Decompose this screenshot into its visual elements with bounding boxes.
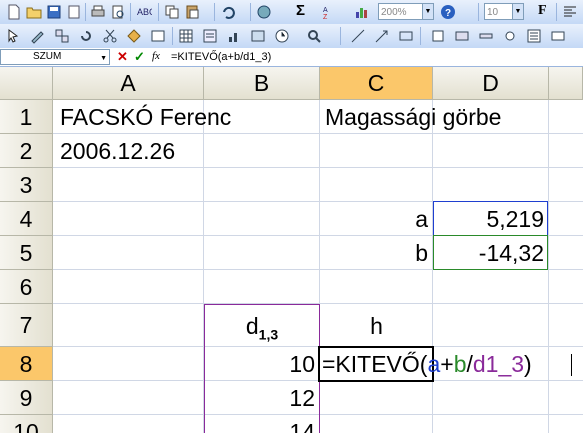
insert-function-icon[interactable]: fx bbox=[152, 50, 160, 62]
bold-button[interactable]: F bbox=[538, 3, 547, 19]
sort-ascending-icon[interactable]: AZ bbox=[322, 4, 338, 20]
magnifier-icon[interactable] bbox=[306, 28, 322, 44]
drawing-toolbar bbox=[0, 24, 583, 49]
select-all-corner[interactable] bbox=[0, 67, 53, 100]
cell-a1[interactable]: FACSKÓ Ferenc bbox=[60, 100, 231, 134]
select-objects-icon[interactable] bbox=[6, 28, 22, 44]
font-size-select[interactable]: 10 ▼ bbox=[484, 3, 524, 20]
row-header-5[interactable]: 5 bbox=[0, 236, 53, 270]
svg-text:ABC: ABC bbox=[137, 7, 152, 17]
chevron-down-icon: ▼ bbox=[422, 4, 433, 19]
formula-ref-a: a bbox=[427, 351, 441, 377]
row-header-4[interactable]: 4 bbox=[0, 202, 53, 236]
row-header-6[interactable]: 6 bbox=[0, 270, 53, 304]
zoom-select[interactable]: 200% ▼ bbox=[378, 3, 434, 20]
svg-text:A: A bbox=[323, 7, 328, 14]
new-document-icon[interactable] bbox=[6, 4, 22, 20]
formula-input[interactable]: =KITEVŐ(a+b/d1_3) bbox=[171, 50, 271, 64]
worksheet-grid[interactable]: A B C D 1 2 3 4 5 6 7 8 9 10 FACSKÓ Fere… bbox=[0, 67, 583, 433]
row-header-10[interactable]: 10 bbox=[0, 415, 53, 433]
svg-text:Z: Z bbox=[323, 14, 328, 20]
zoom-value: 200% bbox=[381, 7, 407, 18]
diamond-icon[interactable] bbox=[126, 28, 142, 44]
cell-b10[interactable]: 14 bbox=[204, 415, 315, 433]
combo-box-icon[interactable] bbox=[550, 28, 566, 44]
save-icon[interactable] bbox=[46, 4, 62, 20]
map-icon[interactable] bbox=[250, 28, 266, 44]
cell-d5[interactable]: -14,32 bbox=[433, 236, 544, 270]
formula-close: ) bbox=[524, 351, 532, 377]
cell-c8-formula[interactable]: =KITEVŐ(a+b/d1_3) bbox=[322, 347, 532, 381]
draw-icon[interactable] bbox=[30, 28, 46, 44]
cancel-icon[interactable]: ✕ bbox=[117, 49, 128, 65]
cell-b9[interactable]: 12 bbox=[204, 381, 315, 415]
svg-text:?: ? bbox=[445, 8, 451, 19]
cell-c7[interactable]: h bbox=[320, 309, 433, 343]
cell-c5[interactable]: b bbox=[320, 236, 428, 270]
cell-b7-main: d bbox=[245, 313, 259, 339]
column-header-d[interactable]: D bbox=[433, 67, 549, 100]
row-header-2[interactable]: 2 bbox=[0, 134, 53, 168]
row-header-9[interactable]: 9 bbox=[0, 381, 53, 415]
formula-ref-d1-3: d1_3 bbox=[472, 351, 525, 377]
paste-icon[interactable] bbox=[184, 4, 200, 20]
chart-icon[interactable] bbox=[226, 28, 242, 44]
autosum-icon[interactable]: Σ bbox=[296, 2, 305, 19]
list-box-icon[interactable] bbox=[526, 28, 542, 44]
form-icon[interactable] bbox=[202, 28, 218, 44]
frame-icon[interactable] bbox=[150, 28, 166, 44]
text-cursor bbox=[571, 354, 572, 376]
chevron-down-icon: ▼ bbox=[512, 4, 523, 19]
column-header-a[interactable]: A bbox=[53, 67, 204, 100]
cell-b7-subscript: 1,3 bbox=[258, 326, 279, 343]
print-preview-icon[interactable] bbox=[110, 4, 126, 20]
enter-icon[interactable]: ✓ bbox=[134, 49, 145, 65]
cell-b7[interactable]: d1,3 bbox=[204, 309, 320, 352]
scrollbar-control-icon[interactable] bbox=[478, 28, 494, 44]
spelling-icon[interactable]: ABC bbox=[136, 4, 152, 20]
formula-plus: + bbox=[440, 351, 454, 377]
formula-prefix: =KITEVŐ( bbox=[322, 351, 428, 377]
font-size-value: 10 bbox=[487, 7, 499, 18]
row-header-1[interactable]: 1 bbox=[0, 100, 53, 134]
open-folder-icon[interactable] bbox=[26, 4, 42, 20]
chart-wizard-icon[interactable] bbox=[354, 4, 370, 20]
formula-ref-b: b bbox=[453, 351, 467, 377]
line-tool-icon[interactable] bbox=[350, 28, 366, 44]
align-left-icon[interactable] bbox=[562, 4, 578, 20]
print-icon[interactable] bbox=[90, 4, 106, 20]
hyperlink-icon[interactable] bbox=[256, 4, 272, 20]
cell-a2[interactable]: 2006.12.26 bbox=[60, 134, 175, 168]
cell-c1[interactable]: Magassági görbe bbox=[325, 100, 501, 134]
chevron-down-icon: ▼ bbox=[100, 55, 107, 62]
row-header-7[interactable]: 7 bbox=[0, 304, 53, 347]
arrow-tool-icon[interactable] bbox=[374, 28, 390, 44]
group-icon[interactable] bbox=[54, 28, 70, 44]
standard-toolbar: ABC Σ AZ 200% ▼ ? 10 ▼ F bbox=[0, 0, 583, 25]
cell-d4[interactable]: 5,219 bbox=[433, 202, 544, 236]
column-header-e[interactable] bbox=[549, 67, 583, 100]
clock-icon[interactable] bbox=[274, 28, 290, 44]
help-icon[interactable]: ? bbox=[440, 4, 456, 20]
rectangle-tool-icon[interactable] bbox=[398, 28, 414, 44]
option-button-icon[interactable] bbox=[502, 28, 518, 44]
name-box[interactable]: SZUM ▼ bbox=[0, 49, 110, 65]
undo-icon[interactable] bbox=[220, 4, 236, 20]
scissors-icon[interactable] bbox=[102, 28, 118, 44]
button-control-icon[interactable] bbox=[454, 28, 470, 44]
copy-icon[interactable] bbox=[164, 4, 180, 20]
rotate-icon[interactable] bbox=[78, 28, 94, 44]
permission-icon[interactable] bbox=[66, 4, 82, 20]
table-icon[interactable] bbox=[178, 28, 194, 44]
column-header-b[interactable]: B bbox=[204, 67, 320, 100]
row-header-3[interactable]: 3 bbox=[0, 168, 53, 202]
row-header-8[interactable]: 8 bbox=[0, 347, 53, 381]
cell-b8[interactable]: 10 bbox=[204, 347, 315, 381]
cell-c4[interactable]: a bbox=[320, 202, 428, 236]
column-header-c[interactable]: C bbox=[320, 67, 433, 100]
name-box-value: SZUM bbox=[33, 51, 62, 62]
formula-bar: SZUM ▼ ✕ ✓ fx =KITEVŐ(a+b/d1_3) bbox=[0, 48, 583, 67]
checkbox-icon[interactable] bbox=[430, 28, 446, 44]
